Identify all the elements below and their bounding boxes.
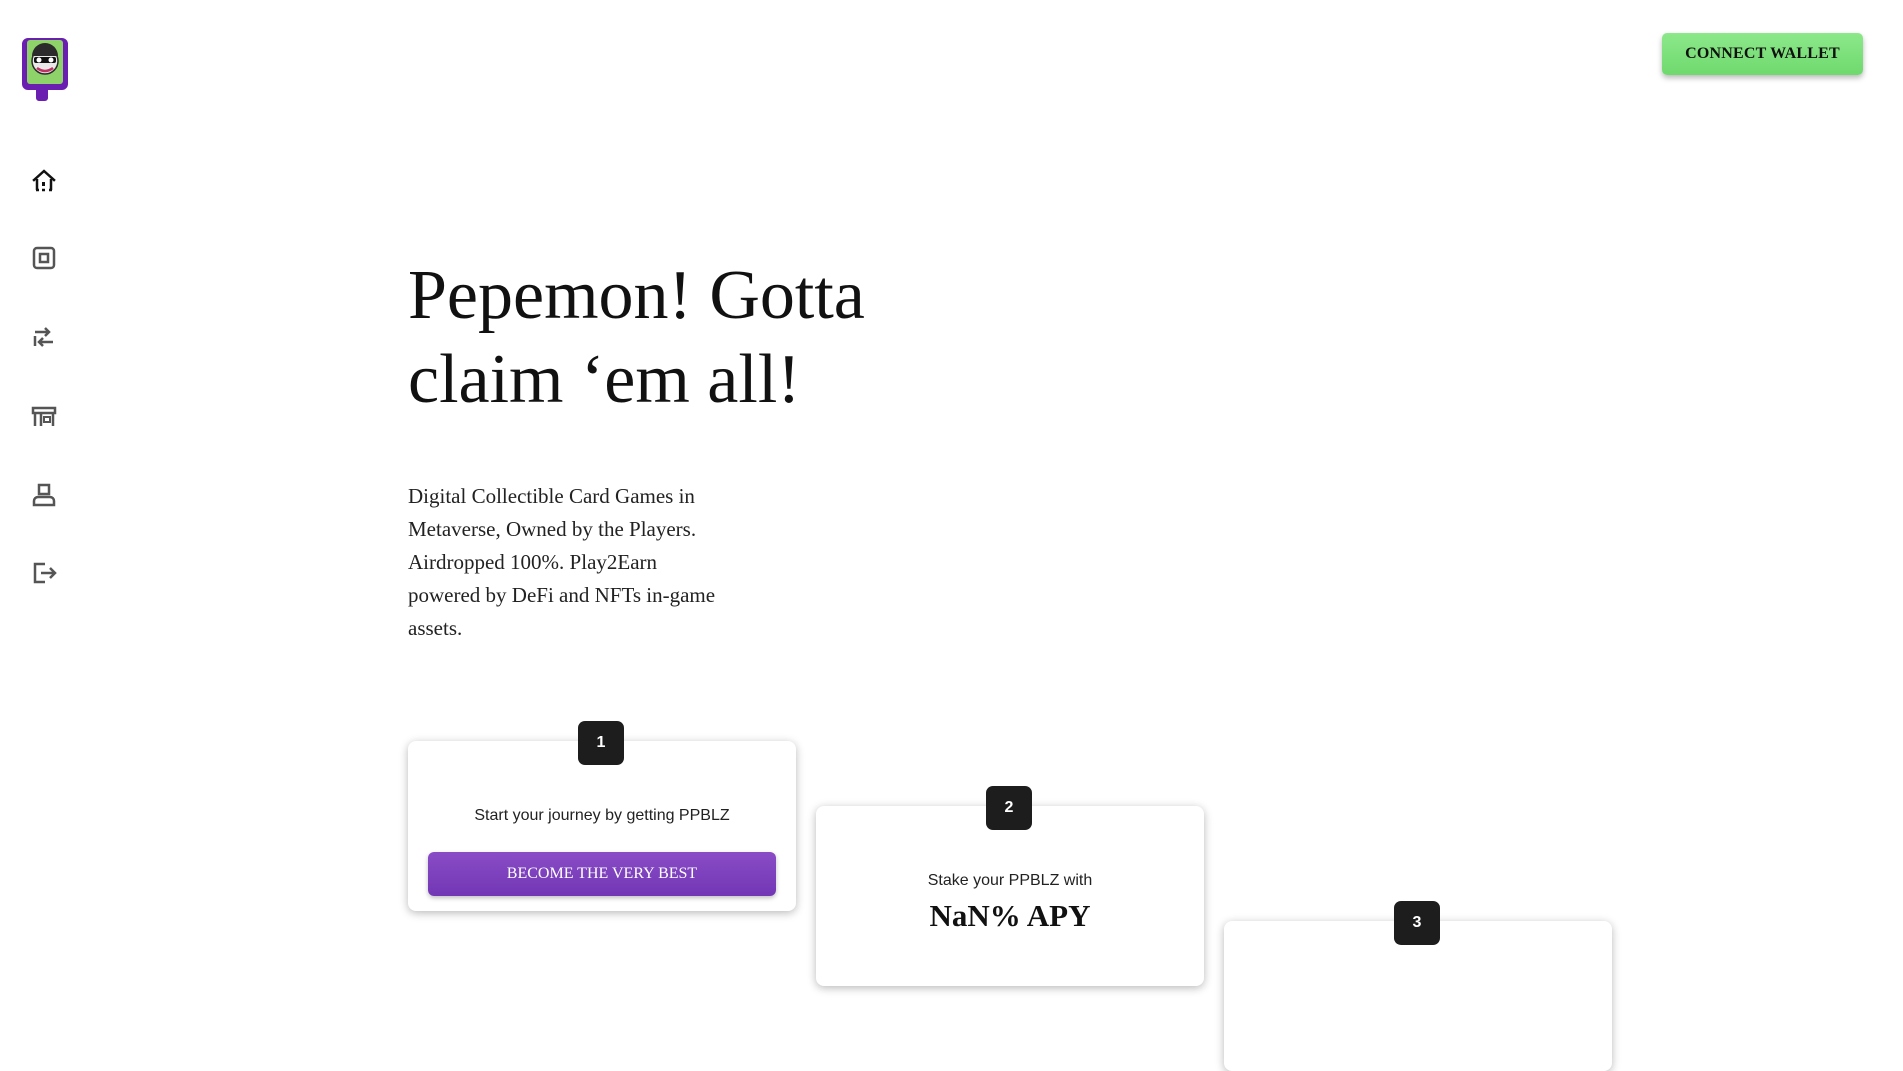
step-card-2: 2 Stake your PPBLZ with NaN% APY bbox=[816, 786, 1204, 986]
step-card-1: 1 Start your journey by getting PPBLZ BE… bbox=[408, 721, 796, 911]
profile-icon[interactable] bbox=[30, 481, 58, 509]
connect-wallet-button[interactable]: CONNECT WALLET bbox=[1662, 33, 1863, 75]
card-icon[interactable] bbox=[30, 244, 58, 272]
step-card-3: 3 bbox=[1224, 901, 1612, 1071]
home-icon[interactable] bbox=[30, 166, 58, 194]
step-number-badge: 3 bbox=[1394, 901, 1440, 945]
apy-value: NaN% APY bbox=[929, 898, 1091, 933]
hero-title: Pepemon! Gotta claim ‘em all! bbox=[408, 257, 865, 418]
step-text: Start your journey by getting PPBLZ bbox=[474, 807, 730, 824]
logout-icon[interactable] bbox=[30, 559, 58, 587]
step-text: Stake your PPBLZ with bbox=[927, 872, 1093, 889]
step-number-badge: 1 bbox=[578, 721, 624, 765]
become-the-very-best-button[interactable]: BECOME THE VERY BEST bbox=[428, 852, 776, 896]
pepemon-logo[interactable] bbox=[22, 34, 74, 102]
swap-icon[interactable] bbox=[30, 323, 58, 351]
step-number-badge: 2 bbox=[986, 786, 1032, 830]
store-icon[interactable] bbox=[30, 402, 58, 430]
hero-subtitle: Digital Collectible Card Games in Metave… bbox=[408, 484, 716, 640]
